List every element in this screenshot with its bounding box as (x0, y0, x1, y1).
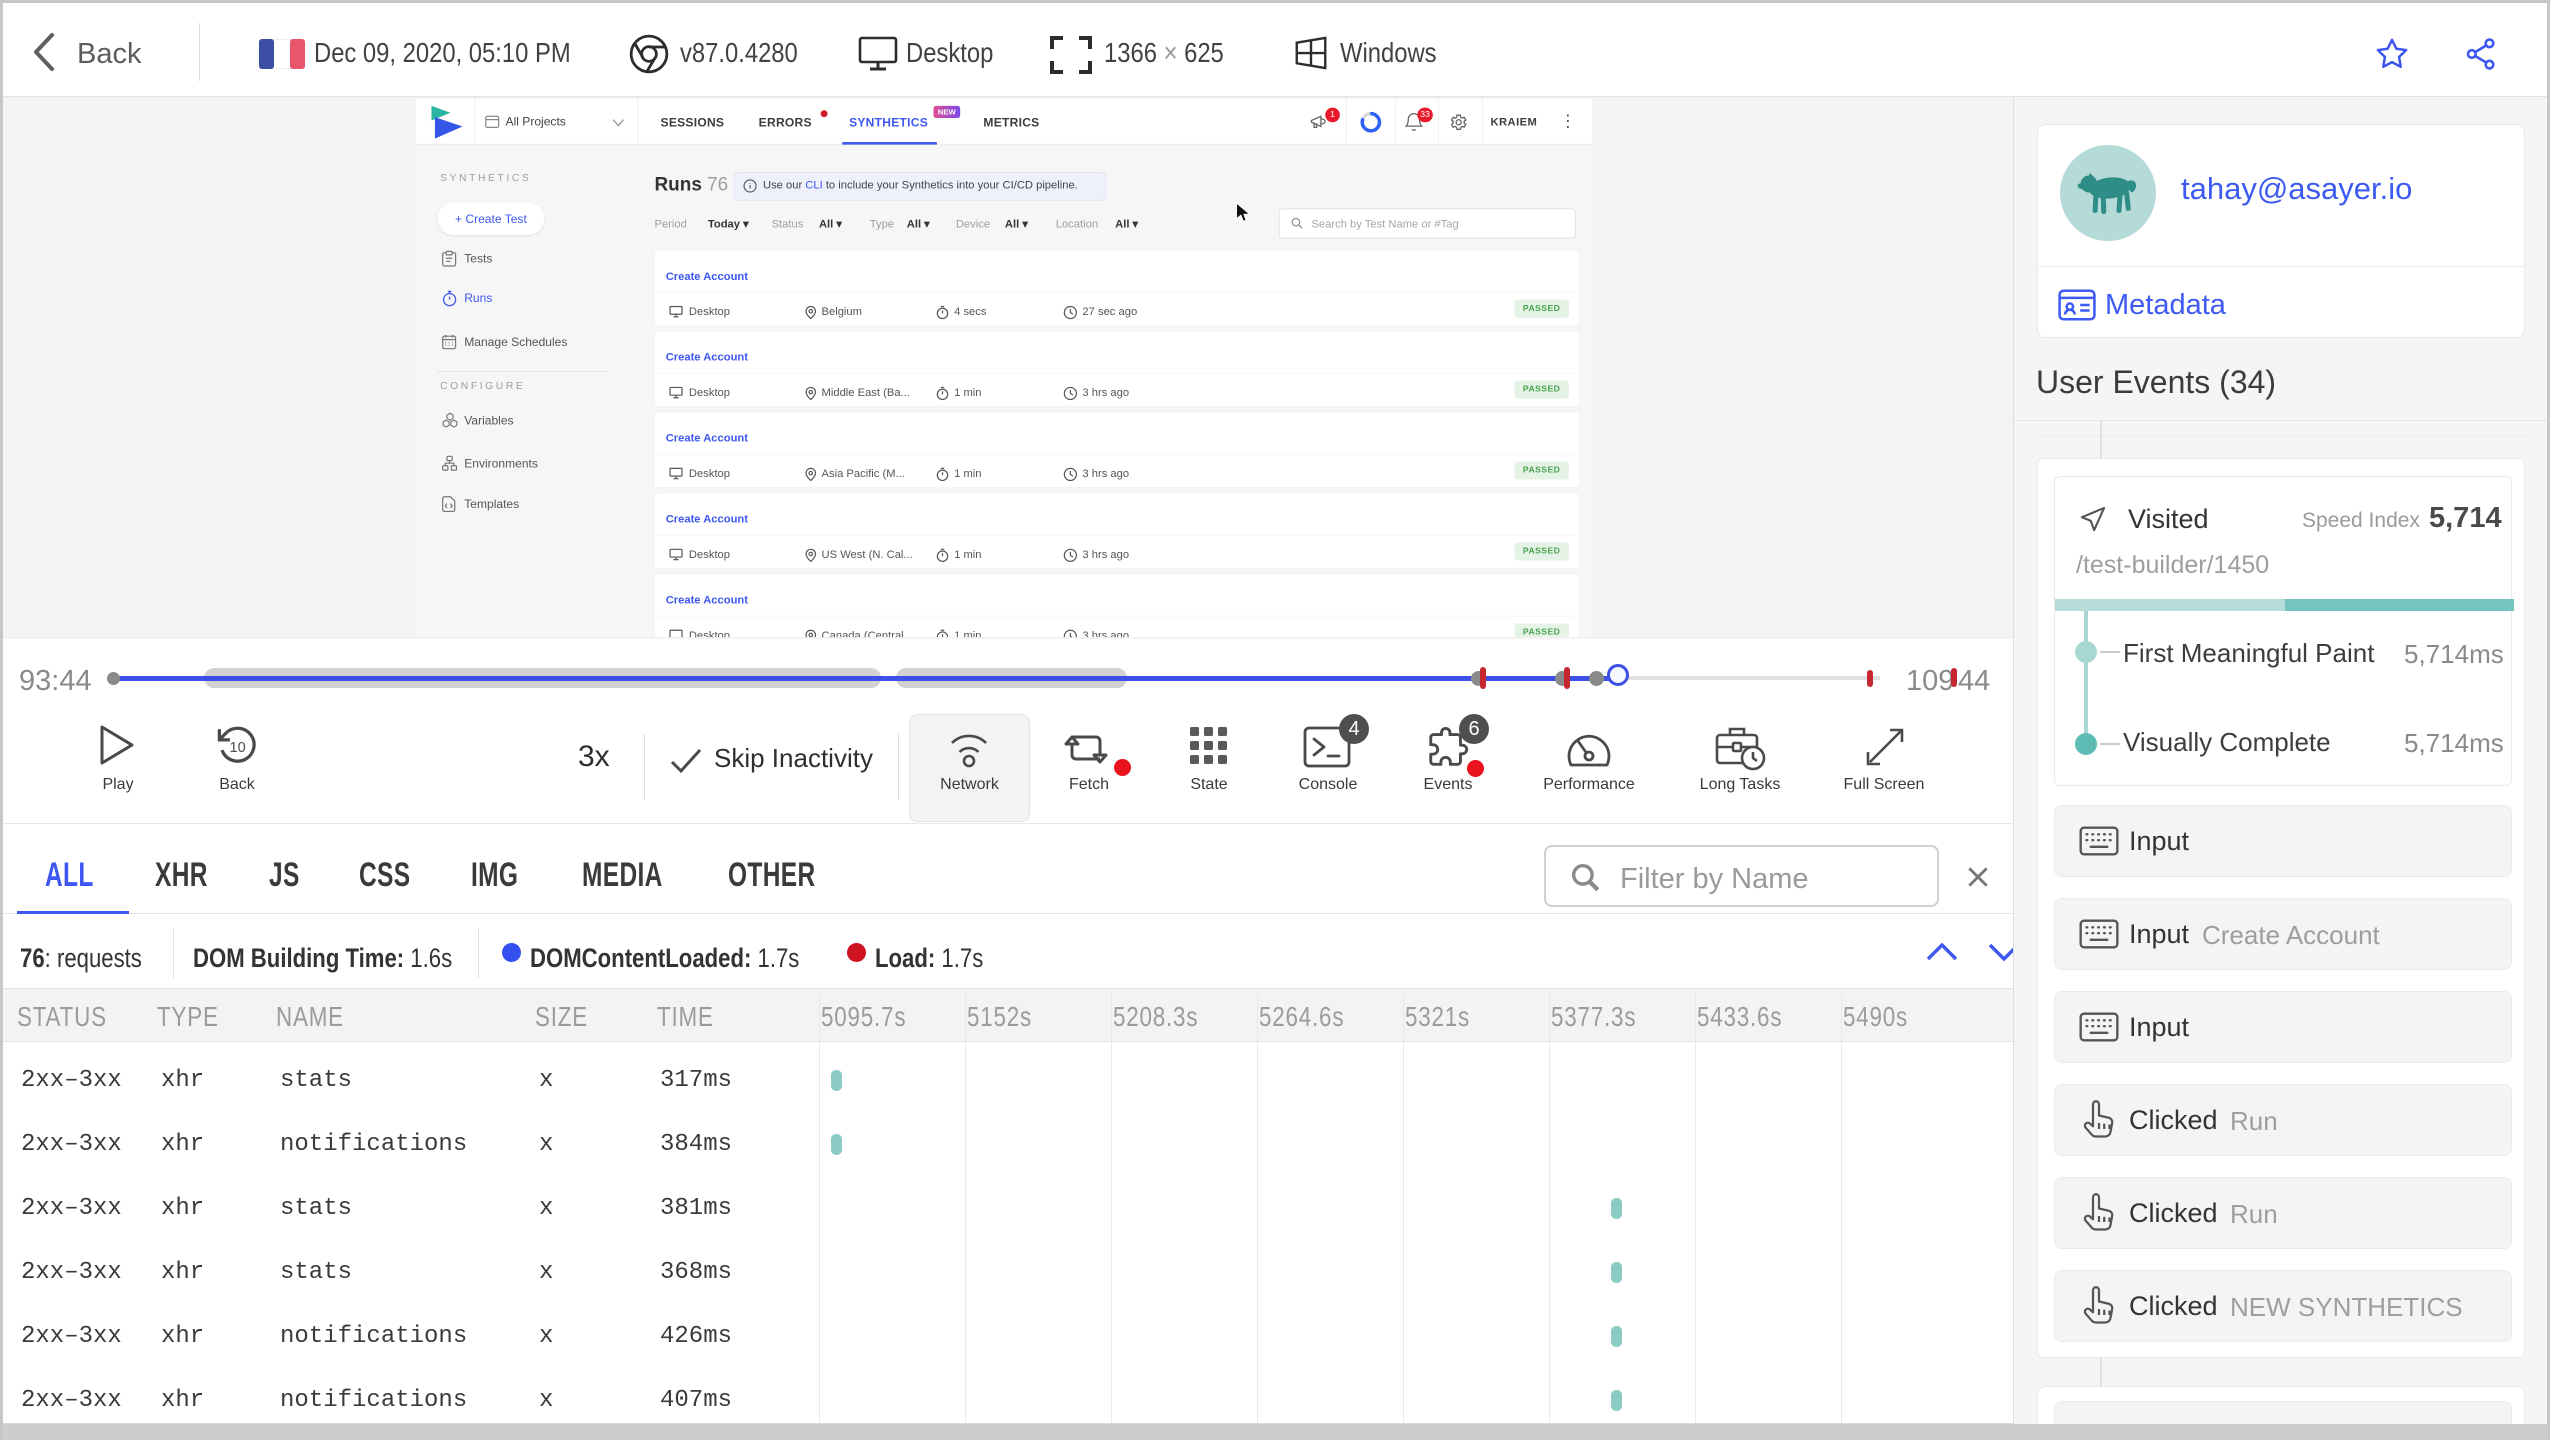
svg-text:10: 10 (230, 740, 246, 756)
